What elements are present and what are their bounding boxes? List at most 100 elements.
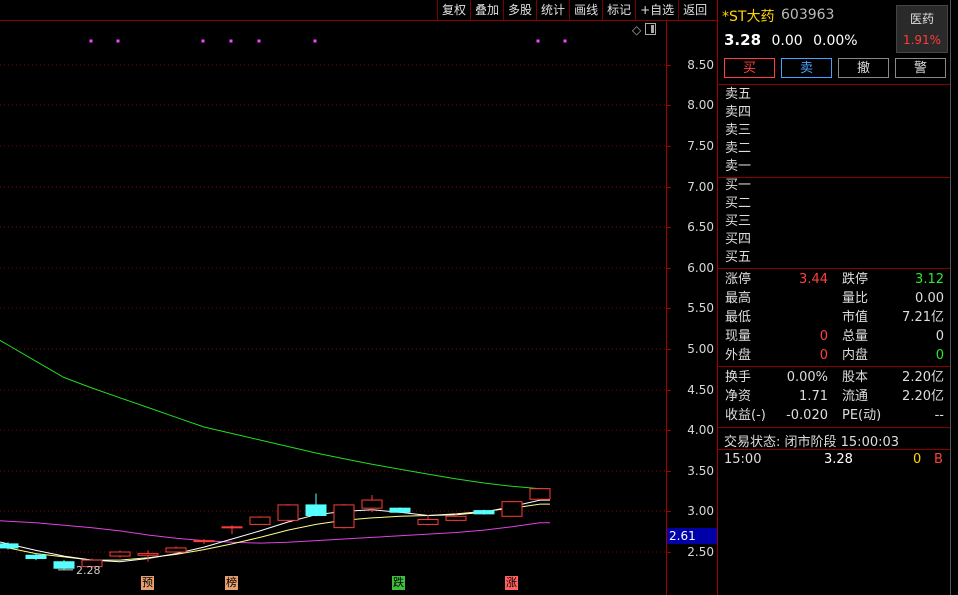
event-tag[interactable]: 涨 — [505, 576, 518, 590]
price-tick-label: 5.00 — [687, 342, 714, 356]
price-tick-label: 3.50 — [687, 464, 714, 478]
event-tag[interactable]: 跌 — [392, 576, 405, 590]
stat-value: 0 — [819, 329, 828, 344]
divider — [718, 449, 950, 450]
sell-button[interactable]: 卖 — [781, 58, 832, 78]
stat-value: 7.21亿 — [902, 310, 944, 325]
trade-status: 交易状态: 闭市阶段 15:00:03 — [724, 435, 900, 450]
toolbar-button[interactable]: 多股 — [503, 0, 536, 20]
stat-value: 3.44 — [799, 272, 828, 287]
signal-dot — [201, 39, 205, 43]
fundamental-row: 换手 0.00% 股本 2.20亿 — [718, 368, 950, 387]
toolbar-button[interactable]: 返回 — [678, 0, 711, 20]
alert-button[interactable]: 警 — [895, 58, 946, 78]
price-tick-mark — [667, 308, 671, 309]
divider — [718, 177, 950, 178]
toolbar-button[interactable]: 统计 — [536, 0, 569, 20]
chart-toolbar: 复权 叠加 多股 统计 画线 标记 +自选 返回 — [437, 0, 711, 20]
fundamental-label: 收益(-) — [725, 408, 766, 423]
low-marker-label: 2.28 — [76, 564, 101, 577]
signal-dot — [536, 39, 540, 43]
fundamental-value: -0.020 — [786, 408, 828, 423]
last-price-badge: 2.61 — [667, 528, 717, 544]
sell3-label: 卖三 — [725, 123, 752, 138]
buy2-label: 买二 — [725, 196, 752, 211]
stat-label: 涨停 — [725, 272, 752, 287]
toolbar-button[interactable]: 复权 — [437, 0, 470, 20]
price-tick-mark — [667, 430, 671, 431]
cancel-order-button[interactable]: 撤 — [838, 58, 889, 78]
stat-value: 0 — [935, 348, 944, 363]
sector-pct: 1.91% — [902, 33, 942, 47]
fundamental-row: 收益(-) -0.020 PE(动) -- — [718, 406, 950, 425]
candle-body — [417, 519, 439, 525]
tick-volume: 0 — [913, 452, 922, 467]
buy-button[interactable]: 买 — [724, 58, 775, 78]
fundamental-label: 净资 — [725, 389, 752, 404]
stat-value: 0 — [935, 329, 944, 344]
sector-badge[interactable]: 医药 1.91% — [896, 5, 948, 53]
fundamental-label: 股本 — [842, 370, 869, 385]
price-tick-mark — [667, 390, 671, 391]
event-tag[interactable]: 榜 — [225, 576, 238, 590]
price-tick-label: 6.00 — [687, 261, 714, 275]
signal-dot — [116, 39, 120, 43]
divider — [718, 84, 950, 85]
price-tick-label: 4.50 — [687, 383, 714, 397]
stat-row: 现量 0 总量 0 — [718, 327, 950, 346]
diamond-icon[interactable]: ◇ — [632, 23, 641, 37]
candle-body — [473, 510, 495, 515]
price-tick-label: 3.00 — [687, 504, 714, 518]
stat-label: 市值 — [842, 310, 869, 325]
price-change: 0.00 — [771, 33, 803, 49]
sell-levels: 卖五 卖四 卖三 卖二 卖一 — [725, 86, 751, 176]
price-tick-label: 6.50 — [687, 220, 714, 234]
event-tag[interactable]: 预 — [141, 576, 154, 590]
toolbar-button[interactable]: 画线 — [569, 0, 602, 20]
price-tick-label: 8.50 — [687, 58, 714, 72]
signal-dot — [257, 39, 261, 43]
stat-row: 外盘 0 内盘 0 — [718, 346, 950, 365]
ma-short-line — [0, 499, 550, 563]
price-tick-mark — [667, 268, 671, 269]
price-tick-mark — [667, 552, 671, 553]
stat-label: 总量 — [842, 329, 869, 344]
kline-chart[interactable]: 2.28 — [0, 21, 666, 595]
ma-low-line — [0, 520, 550, 544]
price-change-pct: 0.00% — [813, 33, 858, 49]
stat-label: 最高 — [725, 291, 752, 306]
price-tick-mark — [667, 349, 671, 350]
price-tick-label: 2.50 — [687, 545, 714, 559]
current-price: 3.28 — [724, 31, 762, 49]
toolbar-button[interactable]: 叠加 — [470, 0, 503, 20]
price-line: 3.28 0.00 0.00% — [724, 31, 858, 49]
candle-body — [249, 516, 271, 525]
price-tick-mark — [667, 65, 671, 66]
price-tick-label: 4.00 — [687, 423, 714, 437]
sell4-label: 卖四 — [725, 105, 752, 120]
stat-value: 0.00 — [915, 291, 944, 306]
buy1-label: 买一 — [725, 178, 752, 193]
candle-body — [277, 504, 299, 521]
stock-name: *ST大药 — [722, 9, 775, 25]
candle-body — [529, 488, 551, 500]
chart-window-icons: ◇ — [632, 23, 657, 37]
candle-body — [137, 553, 159, 556]
stat-value: 0 — [819, 348, 828, 363]
stat-row: 涨停 3.44 跌停 3.12 — [718, 270, 950, 289]
stat-label: 外盘 — [725, 348, 752, 363]
price-tick-mark — [667, 511, 671, 512]
buy4-label: 买四 — [725, 232, 752, 247]
window-toggle-icon[interactable] — [645, 23, 657, 35]
fundamental-label: PE(动) — [842, 408, 882, 423]
stock-code: 603963 — [781, 7, 835, 23]
price-tick-label: 7.00 — [687, 180, 714, 194]
candle-body — [109, 551, 131, 557]
sell2-label: 卖二 — [725, 141, 752, 156]
toolbar-button[interactable]: 标记 — [602, 0, 635, 20]
price-tick-mark — [667, 227, 671, 228]
price-tick-mark — [667, 471, 671, 472]
candle-body — [361, 499, 383, 509]
buy3-label: 买三 — [725, 214, 752, 229]
toolbar-button[interactable]: +自选 — [635, 0, 678, 20]
